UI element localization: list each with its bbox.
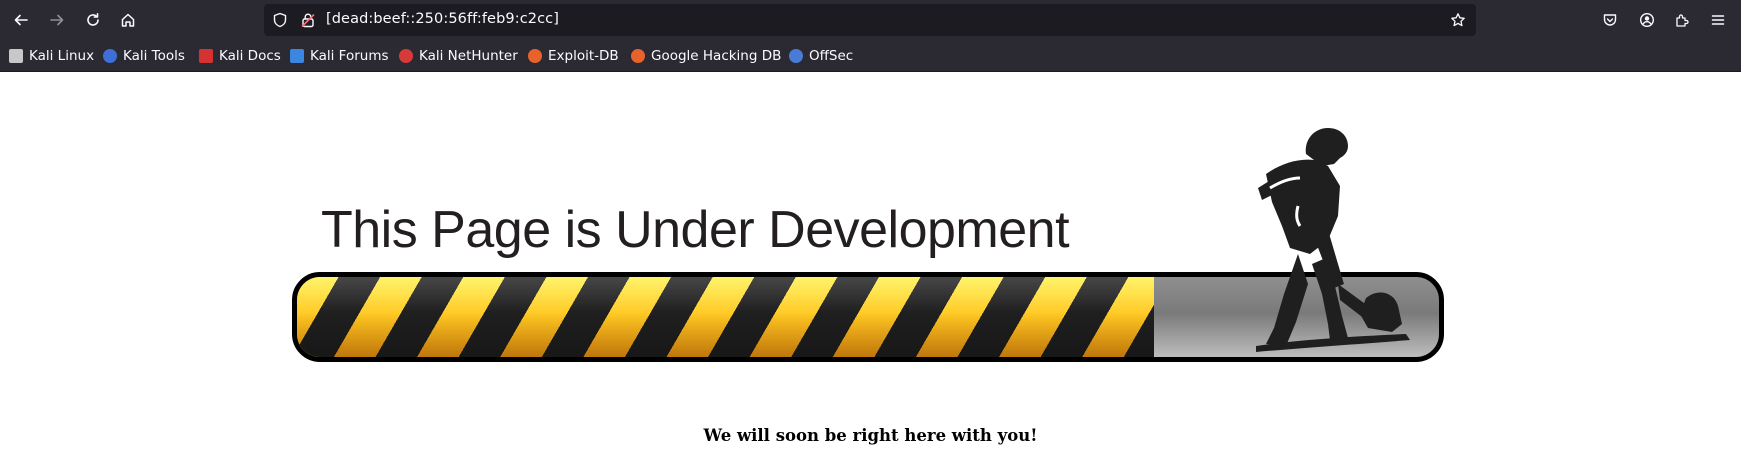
bookmark-label: Exploit-DB (548, 48, 619, 64)
bookmark-label: Kali Tools (123, 48, 185, 64)
pocket-button[interactable] (1596, 6, 1624, 34)
home-icon (121, 13, 135, 27)
bookmark-kali-tools[interactable]: Kali Tools (103, 47, 185, 65)
account-icon (1639, 12, 1655, 28)
home-button[interactable] (114, 6, 142, 34)
bookmark-label: Kali Docs (219, 48, 281, 64)
bookmark-label: Kali NetHunter (419, 48, 518, 64)
arrow-right-icon (50, 14, 64, 26)
hamburger-menu-icon (1711, 15, 1725, 25)
bookmarks-bar: Kali Linux Kali Tools Kali Docs Kali For… (0, 40, 1741, 72)
bookmark-kali-nethunter[interactable]: Kali NetHunter (399, 47, 518, 65)
forward-button[interactable] (43, 6, 71, 34)
coming-soon-message: We will soon be right here with you! (703, 426, 1038, 445)
offsec-icon (789, 49, 803, 63)
app-menu-button[interactable] (1704, 6, 1732, 34)
bookmark-google-hacking-db[interactable]: Google Hacking DB (631, 47, 781, 65)
browser-toolbar: [dead:beef::250:56ff:feb9:c2cc] (0, 0, 1741, 40)
hazard-stripes (297, 277, 1154, 357)
url-bar[interactable]: [dead:beef::250:56ff:feb9:c2cc] (264, 4, 1476, 36)
bookmark-exploit-db[interactable]: Exploit-DB (528, 47, 619, 65)
arrow-left-icon (14, 14, 28, 26)
reload-icon (87, 13, 99, 26)
bookmark-kali-docs[interactable]: Kali Docs (199, 47, 281, 65)
bookmark-label: Google Hacking DB (651, 48, 782, 64)
insecure-lock-icon[interactable] (300, 12, 316, 28)
construction-worker-icon (1256, 128, 1410, 352)
pocket-icon (1603, 14, 1617, 26)
progress-fill (297, 277, 1154, 357)
account-button[interactable] (1633, 6, 1661, 34)
page-heading: This Page is Under Development (321, 201, 1070, 259)
url-text[interactable]: [dead:beef::250:56ff:feb9:c2cc] (326, 11, 559, 27)
kali-forums-icon (290, 49, 304, 63)
bookmark-label: OffSec (809, 48, 854, 64)
page-content: This Page is Under Development We will s… (0, 72, 1741, 469)
back-button[interactable] (7, 6, 35, 34)
google-hacking-db-icon (631, 49, 645, 63)
bookmark-label: Kali Linux (29, 48, 95, 64)
shield-icon[interactable] (272, 12, 288, 28)
exploit-db-icon (528, 49, 542, 63)
reload-button[interactable] (79, 6, 107, 34)
bookmark-kali-forums[interactable]: Kali Forums (290, 47, 389, 65)
kali-dragon-icon (9, 49, 23, 63)
bookmark-offsec[interactable]: OffSec (789, 47, 853, 65)
extensions-button[interactable] (1668, 6, 1696, 34)
kali-tools-icon (103, 49, 117, 63)
star-icon[interactable] (1450, 12, 1466, 28)
bookmark-label: Kali Forums (310, 48, 389, 64)
kali-nethunter-icon (399, 49, 413, 63)
extensions-icon (1676, 14, 1689, 27)
bookmark-kali-linux[interactable]: Kali Linux (9, 47, 94, 65)
kali-docs-icon (199, 49, 213, 63)
